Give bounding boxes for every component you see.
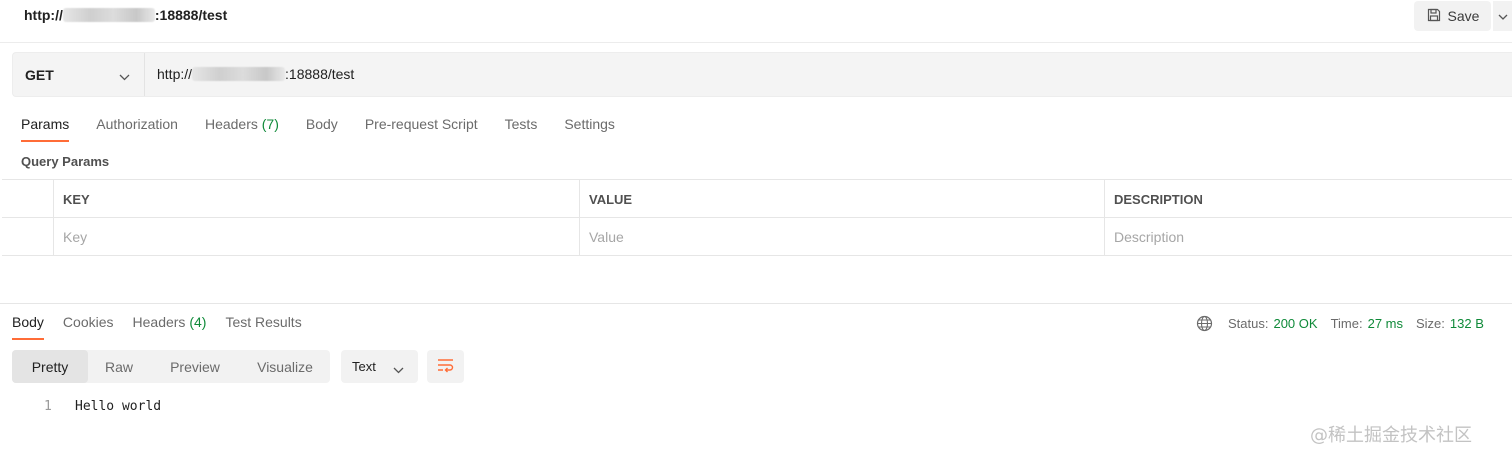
- tab-label: Body: [305, 116, 338, 132]
- tab-response-body[interactable]: Body: [12, 314, 44, 340]
- response-status: Status: 200 OK Time: 27 ms Size: 132 B: [1196, 314, 1484, 332]
- title-url-suffix: :18888/test: [154, 7, 228, 23]
- tab-response-headers[interactable]: Headers (4): [133, 314, 207, 340]
- status-label: Status:: [1228, 315, 1269, 331]
- method-select[interactable]: GET: [13, 53, 145, 96]
- url-prefix: http://: [157, 66, 193, 82]
- table-header-row: KEY VALUE DESCRIPTION: [2, 180, 1512, 218]
- chevron-down-icon: [393, 362, 404, 377]
- column-header-value: VALUE: [579, 180, 1104, 218]
- title-bar: http:// :18888/test Save: [0, 0, 1512, 43]
- tab-settings[interactable]: Settings: [564, 116, 615, 142]
- tab-authorization[interactable]: Authorization: [96, 116, 178, 142]
- table-row: Key Value Description: [2, 218, 1512, 256]
- tab-count: (7): [261, 116, 279, 132]
- url-input[interactable]: http:// :18888/test: [157, 66, 354, 82]
- tab-count: (4): [189, 314, 207, 330]
- column-header-key: KEY: [53, 180, 579, 218]
- redacted-host: [62, 8, 155, 22]
- tab-label: Headers: [204, 116, 258, 132]
- save-label: Save: [1447, 8, 1480, 24]
- description-input[interactable]: Description: [1104, 218, 1512, 256]
- save-button[interactable]: Save: [1414, 1, 1491, 31]
- globe-icon[interactable]: [1196, 315, 1213, 332]
- size-label: Size:: [1416, 315, 1445, 331]
- request-tabs: Params Authorization Headers (7) Body Pr…: [21, 116, 642, 144]
- format-preview[interactable]: Preview: [150, 350, 240, 383]
- column-header-description: DESCRIPTION: [1104, 180, 1512, 218]
- tab-body[interactable]: Body: [306, 116, 338, 142]
- chevron-down-icon: [1498, 8, 1508, 24]
- wrap-lines-button[interactable]: [427, 350, 464, 383]
- method-value: GET: [25, 66, 54, 83]
- response-tabs: Body Cookies Headers (4) Test Results: [12, 314, 321, 341]
- tab-params[interactable]: Params: [21, 116, 70, 142]
- save-options-button[interactable]: [1493, 1, 1512, 31]
- time-value[interactable]: 27 ms: [1368, 316, 1403, 331]
- tab-test-results[interactable]: Test Results: [225, 314, 301, 340]
- format-selector: Pretty Raw Preview Visualize: [12, 350, 330, 383]
- format-pretty[interactable]: Pretty: [12, 350, 88, 383]
- request-bar: GET http:// :18888/test: [12, 52, 1512, 97]
- tab-headers[interactable]: Headers (7): [205, 116, 279, 142]
- tab-label: Settings: [564, 116, 615, 132]
- save-icon: [1426, 7, 1442, 26]
- tab-label: Authorization: [96, 116, 178, 132]
- url-suffix: :18888/test: [285, 66, 355, 82]
- tab-label: Cookies: [62, 314, 114, 330]
- response-line: Hello world: [75, 399, 162, 414]
- title-url-prefix: http://: [24, 7, 63, 23]
- tab-label: Test Results: [225, 314, 302, 330]
- tab-pre-request-script[interactable]: Pre-request Script: [365, 116, 478, 142]
- tab-label: Pre-request Script: [364, 116, 478, 132]
- format-raw[interactable]: Raw: [88, 350, 150, 383]
- tab-label: Tests: [504, 116, 538, 132]
- content-type-select[interactable]: Text: [341, 350, 418, 383]
- redacted-host: [192, 67, 286, 81]
- tab-label: Body: [12, 314, 44, 330]
- status-value[interactable]: 200 OK: [1273, 316, 1317, 331]
- key-input[interactable]: Key: [53, 218, 579, 256]
- size-value[interactable]: 132 B: [1450, 316, 1484, 331]
- line-number: 1: [44, 399, 52, 414]
- content-type-value: Text: [352, 359, 376, 374]
- query-params-table: KEY VALUE DESCRIPTION Key Value Descript…: [2, 179, 1512, 256]
- format-visualize[interactable]: Visualize: [240, 350, 330, 383]
- wrap-lines-icon: [436, 357, 455, 376]
- watermark: @稀土掘金技术社区: [1310, 425, 1472, 446]
- tab-label: Headers: [132, 314, 186, 330]
- value-input[interactable]: Value: [579, 218, 1104, 256]
- tab-label: Params: [21, 116, 70, 132]
- request-title[interactable]: http:// :18888/test: [24, 7, 227, 23]
- tab-tests[interactable]: Tests: [505, 116, 538, 142]
- chevron-down-icon: [119, 68, 130, 84]
- tab-cookies[interactable]: Cookies: [63, 314, 114, 340]
- time-label: Time:: [1330, 315, 1363, 331]
- pane-divider[interactable]: [0, 303, 1512, 304]
- query-params-heading: Query Params: [21, 154, 110, 169]
